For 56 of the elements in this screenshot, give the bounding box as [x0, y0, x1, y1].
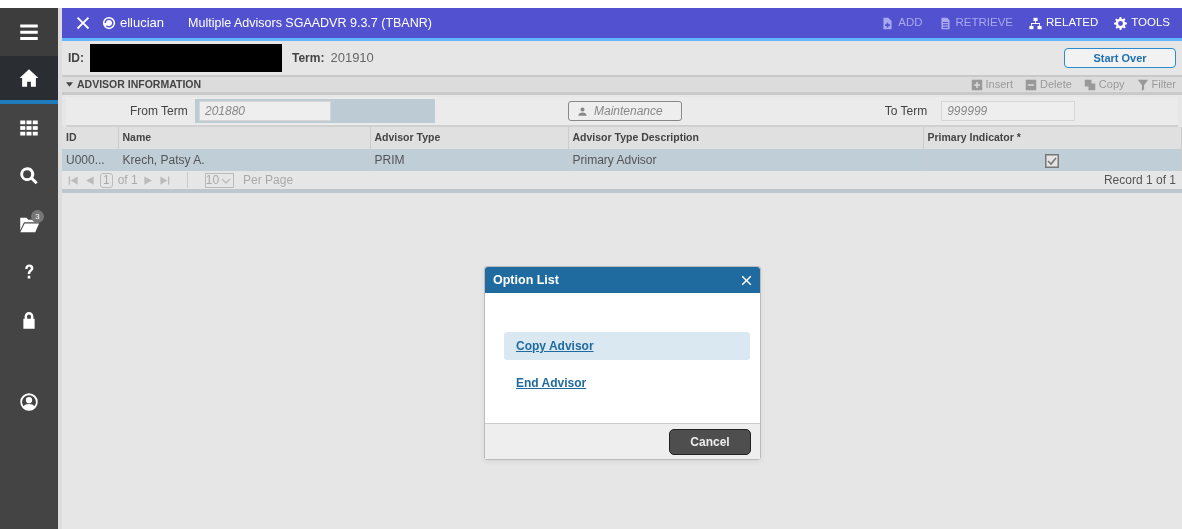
search-icon: [19, 166, 39, 186]
page-count: of 1: [117, 172, 138, 189]
previous-page-icon: [84, 174, 95, 186]
page-number-field[interactable]: 1: [100, 172, 113, 188]
input-field[interactable]: 999999: [941, 101, 1076, 121]
logo-text: ellucian: [120, 14, 165, 33]
field-value: 201910: [330, 49, 374, 68]
hierarchy-icon: [1029, 16, 1042, 30]
table-cell: Krech, Patsy A.: [118, 149, 370, 171]
column-header: Advisor Type Description: [568, 127, 923, 149]
field-label: Term:: [292, 50, 325, 67]
grid-icon: [19, 118, 39, 138]
toolbar-button[interactable]: TOOLS: [1106, 14, 1178, 32]
gear-icon: [1114, 16, 1128, 30]
sidebar-button[interactable]: 3: [11, 204, 47, 244]
home-icon: [19, 68, 39, 88]
count-badge: 3: [31, 210, 44, 223]
next-page-icon: [142, 174, 154, 186]
column-header: Advisor Type: [370, 127, 568, 149]
user-avatar-icon: [19, 392, 39, 412]
table-cell: U000...: [62, 149, 118, 171]
dialog-title: Option List: [493, 271, 559, 289]
table-cell: Primary Advisor: [568, 149, 923, 171]
collapse-caret-icon[interactable]: [66, 82, 73, 87]
section-title: ADVISOR INFORMATION: [77, 76, 202, 92]
page-size-dropdown[interactable]: 10: [204, 172, 235, 188]
per-page-label: Per Page: [243, 172, 294, 189]
toolbar-button[interactable]: RELATED: [1021, 14, 1107, 32]
last-page-icon: [158, 174, 170, 186]
field-label: From Term: [130, 103, 189, 120]
column-header: Primary Indicator *: [923, 127, 1182, 149]
cancel-button[interactable]: Cancel: [669, 428, 751, 455]
logo-icon: [102, 16, 116, 30]
column-header: Name: [118, 127, 370, 149]
person-icon: [577, 105, 588, 117]
window-title: Multiple Advisors SGAADVR 9.3.7 (TBANR): [188, 14, 432, 32]
field-label: ID:: [68, 50, 84, 67]
start-over-button[interactable]: Start Over: [1064, 48, 1176, 68]
checkbox[interactable]: [1045, 153, 1060, 168]
copy-icon: [1083, 78, 1096, 91]
first-page-icon: [68, 174, 79, 186]
add-document-icon: [881, 16, 895, 30]
menu-icon: [19, 22, 39, 42]
column-header: ID: [62, 127, 118, 149]
document-icon: [938, 16, 952, 30]
filter-icon: [1136, 78, 1149, 91]
close-button[interactable]: [741, 274, 752, 286]
close-icon: [741, 274, 752, 286]
option-link[interactable]: Copy Advisor: [504, 332, 750, 360]
table-row[interactable]: U000... Krech, Patsy A. PRIM Primary Advisor: [62, 149, 1182, 171]
close-icon: [76, 16, 90, 30]
table-cell: PRIM: [370, 149, 568, 171]
record-count: Record 1 of 1: [1103, 172, 1176, 189]
input-field[interactable]: 201880: [199, 101, 331, 121]
maintenance-button[interactable]: Maintenance: [568, 101, 682, 121]
field-label: To Term: [884, 103, 928, 120]
